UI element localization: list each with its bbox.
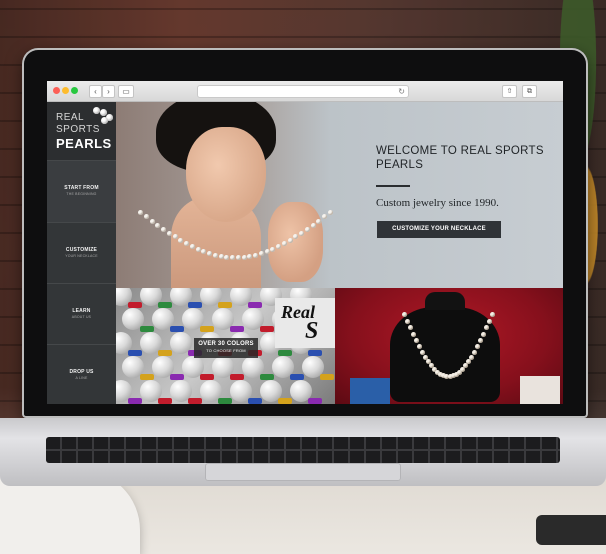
nav-item-subtitle: YOUR NECKLACE <box>65 254 98 258</box>
gift-box-image <box>350 378 390 404</box>
close-window-button[interactable] <box>53 87 60 94</box>
nav-item-start[interactable]: START FROM THE BEGINNING <box>47 160 116 222</box>
gift-box-image <box>520 376 560 404</box>
keyboard <box>46 437 560 463</box>
customize-necklace-button[interactable]: CUSTOMIZE YOUR NECKLACE <box>377 221 501 238</box>
nav-item-learn[interactable]: LEARN ABOUT US <box>47 283 116 345</box>
nav-item-title: DROP US <box>69 369 94 375</box>
nav-item-subtitle: ABOUT US <box>71 315 92 319</box>
pearl-necklace-image <box>128 202 333 272</box>
necklace-display-tile[interactable] <box>335 288 563 404</box>
address-bar[interactable]: ↻ <box>197 85 409 98</box>
nav-item-title: LEARN <box>72 308 91 314</box>
share-icon[interactable]: ⇧ <box>502 85 517 98</box>
pearls-logo-icon <box>93 107 115 125</box>
logo-line-2: SPORTS <box>56 124 100 135</box>
browser-toolbar: ‹ › ▭ ↻ ⇧ ⧉ <box>47 81 563 102</box>
nav-item-contact[interactable]: DROP US A LINE <box>47 344 116 404</box>
hero-title: WELCOME TO REAL SPORTS PEARLS <box>376 145 544 171</box>
maximize-window-button[interactable] <box>71 87 78 94</box>
trackpad <box>205 463 401 481</box>
reload-icon[interactable]: ↻ <box>398 86 405 97</box>
brand-mark-text-b: S <box>305 318 319 344</box>
hero-banner: WELCOME TO REAL SPORTS PEARLS Custom jew… <box>116 102 563 288</box>
logo-line-1: REAL <box>56 112 85 123</box>
nav-item-subtitle: THE BEGINNING <box>66 192 97 196</box>
model-photo <box>116 102 336 288</box>
laptop-screen: ‹ › ▭ ↻ ⇧ ⧉ REAL SPORTS PEARLS START FRO… <box>47 81 563 404</box>
site-sidebar: REAL SPORTS PEARLS START FROM THE BEGINN… <box>47 102 116 404</box>
site-logo[interactable]: REAL SPORTS PEARLS <box>47 102 116 160</box>
hero-subtitle: Custom jewelry since 1990. <box>376 197 499 209</box>
nav-item-subtitle: A LINE <box>75 376 88 380</box>
nav-item-customize[interactable]: CUSTOMIZE YOUR NECKLACE <box>47 222 116 284</box>
nav-item-title: START FROM <box>64 185 99 191</box>
colors-badge: OVER 30 COLORS TO CHOOSE FROM <box>194 338 258 358</box>
nav-item-title: CUSTOMIZE <box>65 247 98 253</box>
colors-badge-subtitle: TO CHOOSE FROM <box>206 348 246 353</box>
forward-button[interactable]: › <box>102 85 115 98</box>
phone <box>536 515 606 545</box>
colors-badge-title: OVER 30 COLORS <box>198 341 254 347</box>
sidebar-toggle-icon[interactable]: ▭ <box>118 85 134 98</box>
brand-mark: Real S <box>275 298 335 348</box>
minimize-window-button[interactable] <box>62 87 69 94</box>
back-button[interactable]: ‹ <box>89 85 102 98</box>
tabs-icon[interactable]: ⧉ <box>522 85 537 98</box>
pearl-necklace-image <box>397 310 497 385</box>
hero-divider <box>376 185 410 187</box>
colors-tile[interactable]: Real S OVER 30 COLORS TO CHOOSE FROM <box>116 288 335 404</box>
logo-line-3: PEARLS <box>56 136 112 151</box>
website: REAL SPORTS PEARLS START FROM THE BEGINN… <box>47 102 563 404</box>
